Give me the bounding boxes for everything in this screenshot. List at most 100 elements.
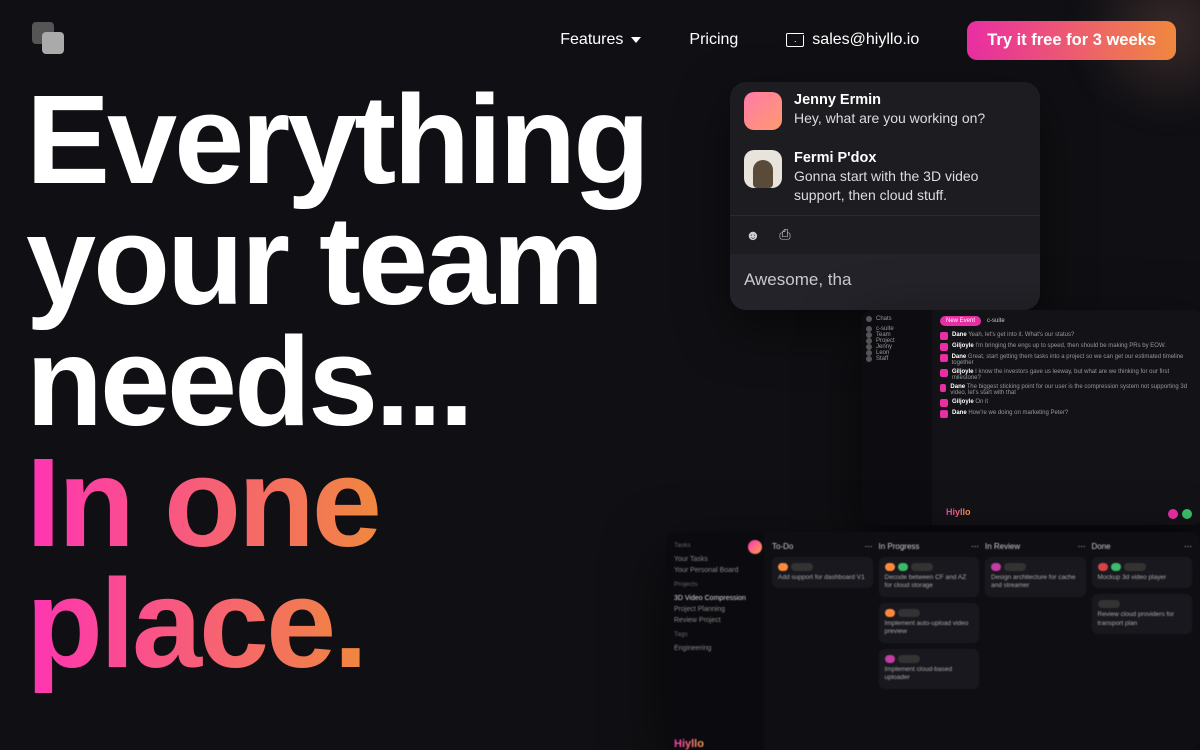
hero-heading: Everything your team needs... In one pla… [26,80,647,685]
kb-hdr: Tasks [674,542,756,549]
avatar [940,332,948,340]
chip-icon [791,563,813,571]
nav-pricing[interactable]: Pricing [689,31,738,49]
chip-icon [885,563,895,571]
chip-icon [1004,563,1026,571]
kanban-sidebar: Tasks Your TasksYour Personal Board Proj… [666,532,764,750]
log-line: Giljoyle I'm bringing the engs up to spe… [940,343,1194,351]
kb-side-item[interactable]: Engineering [674,643,756,654]
avatar [744,92,782,130]
chip-icon [898,609,920,617]
chat-input[interactable]: Awesome, tha [730,254,1040,310]
brand-label: Hiyllo [674,738,704,750]
chat-msg-text: Hey, what are you working on? [794,109,985,128]
avatar [940,343,948,351]
logo-icon[interactable] [32,22,68,58]
status-dot-icon [1182,509,1192,519]
card-text: Design architecture for cache and stream… [991,574,1080,591]
hero-line3: needs... [26,311,471,452]
nav-email-label: sales@hiyllo.io [812,31,919,49]
log-line: Dane The biggest sticking point for our … [940,384,1194,396]
proj-side-item[interactable]: Staff [866,356,928,362]
hero-line4a: In one [26,432,379,573]
status-dot-icon [1168,509,1178,519]
hero-line2: your team [26,190,601,331]
card-text: Implement auto-upload video preview [885,620,974,637]
chat-log: Dane Yeah, let's get into it. What's our… [940,332,1194,418]
cta-button[interactable]: Try it free for 3 weeks [967,21,1176,60]
kb-side-item[interactable]: Your Tasks [674,554,756,565]
avatar [940,384,946,392]
chip-icon [991,563,1001,571]
kanban-col-title: To-Do⋯ [772,542,873,551]
kb-side-item[interactable]: Your Personal Board [674,565,756,576]
card-text: Mockup 3d video player [1098,574,1187,582]
proj-sidebar: Chats c-suiteTeamProjectJennyLeonStaff [862,310,932,525]
proj-status-dots [1168,509,1192,519]
attach-file-icon[interactable]: ⎙ [776,226,794,244]
chip-icon [898,563,908,571]
nav-right: Features Pricing sales@hiyllo.io Try it … [560,21,1176,60]
cta-label: Try it free for 3 weeks [987,31,1156,49]
avatar [748,540,762,554]
chat-input-text: Awesome, tha [744,270,851,289]
chip-icon [898,655,920,663]
log-line: Dane How're we doing on marketing Peter? [940,410,1194,418]
kb-side-item[interactable]: 3D Video Compression [674,593,756,604]
kb-side-item[interactable]: Review Project [674,615,756,626]
dot-icon [866,356,872,362]
chat-toolbar: ☻ ⎙ [730,215,1040,254]
avatar [744,150,782,188]
avatar [940,410,948,418]
chevron-down-icon [631,37,641,43]
avatar [940,369,948,377]
chat-preview-card: Jenny Ermin Hey, what are you working on… [730,82,1040,310]
chip-icon [1098,600,1120,608]
chat-message: Jenny Ermin Hey, what are you working on… [730,82,1040,140]
kanban-column: In Review⋯Design architecture for cache … [985,542,1086,740]
kanban-card[interactable]: Mockup 3d video player [1092,557,1193,588]
kanban-preview: Tasks Your TasksYour Personal Board Proj… [666,532,1200,750]
chat-msg-name: Jenny Ermin [794,92,985,108]
hero-line4b: place. [26,553,365,694]
mail-icon [786,33,804,47]
new-event-button[interactable]: New Event [940,316,981,326]
chip-icon [778,563,788,571]
chat-message: Fermi P'dox Gonna start with the 3D vide… [730,140,1040,215]
kb-hdr: Projects [674,581,756,588]
kanban-card[interactable]: Decode between CF and AZ for cloud stora… [879,557,980,597]
chip-icon [885,609,895,617]
kanban-column: To-Do⋯ Add support for dashboard V1 [772,542,873,740]
chip-icon [1098,563,1108,571]
chat-msg-name: Fermi P'dox [794,150,1026,166]
chip-icon [885,655,895,663]
avatar [940,399,948,407]
hero-line1: Everything [26,69,647,210]
kanban-column: In Progress⋯ Decode between CF and AZ for… [879,542,980,740]
dot-icon [866,316,872,322]
channel-name: c-suite [987,318,1005,324]
kanban-col-title: In Progress⋯ [879,542,980,551]
top-nav: Features Pricing sales@hiyllo.io Try it … [0,0,1200,80]
kanban-card[interactable]: Implement cloud-based uploader [879,649,980,689]
avatar [940,354,948,362]
log-line: Dane Great, start getting them tasks int… [940,354,1194,366]
emoji-icon[interactable]: ☻ [744,226,762,244]
log-line: Giljoyle I know the investors gave us le… [940,369,1194,381]
card-text: Decode between CF and AZ for cloud stora… [885,574,974,591]
log-line: Dane Yeah, let's get into it. What's our… [940,332,1194,340]
kanban-card[interactable]: Implement auto-upload video preview [879,603,980,643]
kanban-col-title: Done⋯ [1092,542,1193,551]
kanban-card[interactable]: Add support for dashboard V1 [772,557,873,588]
kanban-columns: To-Do⋯Add support for dashboard V1In Pro… [764,532,1200,750]
nav-features[interactable]: Features [560,31,641,49]
nav-email[interactable]: sales@hiyllo.io [786,31,919,49]
chat-msg-text: Gonna start with the 3D video support, t… [794,167,1026,205]
kanban-column: Done⋯ Mockup 3d video player Review cloud … [1092,542,1193,740]
kanban-card[interactable]: Review cloud providers for transport pla… [1092,594,1193,634]
card-text: Review cloud providers for transport pla… [1098,611,1187,628]
kb-side-item[interactable]: Project Planning [674,604,756,615]
kanban-card[interactable]: Design architecture for cache and stream… [985,557,1086,597]
project-window-preview: Chats c-suiteTeamProjectJennyLeonStaff N… [862,310,1200,525]
kb-hdr: Tags [674,631,756,638]
